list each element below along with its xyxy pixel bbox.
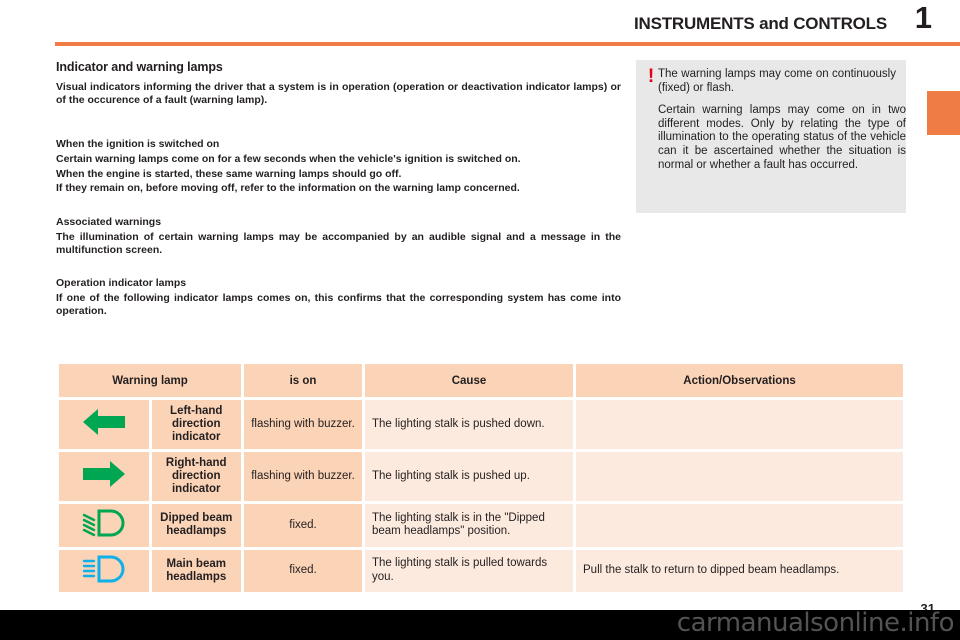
chapter-number: 1 [914,0,932,35]
page-header: INSTRUMENTS and CONTROLS 1 [0,0,960,46]
lamp-cause: The lighting stalk is pulled towards you… [365,549,573,592]
left-arrow-indicator-icon [59,400,149,449]
lamp-cause: The lighting stalk is pushed up. [365,452,573,501]
warning-lamp-table: Warning lamp is on Cause Action/Observat… [56,361,906,595]
section-title: Indicator and warning lamps [56,60,223,74]
lamp-name: Left-hand direction indicator [151,400,241,449]
page-title: INSTRUMENTS and CONTROLS [633,14,887,33]
table-row: Left-hand direction indicator flashing w… [59,400,903,449]
lamp-cause: The lighting stalk is in the "Dipped bea… [365,504,573,547]
ignition-line-3: If they remain on, before moving off, re… [56,182,520,195]
lamp-is-on: fixed. [244,504,362,547]
ignition-subtitle: When the ignition is switched on [56,138,220,151]
ignition-line-1: Certain warning lamps come on for a few … [56,153,521,166]
column-header-is-on: is on [244,364,362,397]
lamp-name: Main beam headlamps [151,549,241,592]
lamp-action [576,452,903,501]
lamp-cause: The lighting stalk is pushed down. [365,400,573,449]
table-row: Dipped beam headlamps fixed. The lightin… [59,504,903,547]
intro-paragraph: Visual indicators informing the driver t… [56,81,621,106]
lamp-action [576,504,903,547]
chapter-side-tab [927,91,960,135]
main-beam-headlamp-icon [59,549,149,592]
ignition-line-2: When the engine is started, these same w… [56,167,402,180]
table-row: Main beam headlamps fixed. The lighting … [59,549,903,592]
lamp-is-on: flashing with buzzer. [244,452,362,501]
associated-warnings-paragraph: The illumination of certain warning lamp… [56,230,621,256]
operation-indicator-paragraph: If one of the following indicator lamps … [56,292,621,317]
warning-callout-box: ! The warning lamps may come on continuo… [636,60,906,213]
warning-paragraph-1: The warning lamps may come on continuous… [658,68,896,94]
column-header-action-observations: Action/Observations [576,364,903,397]
text-column: Indicator and warning lamps Visual indic… [56,60,621,319]
column-header-cause: Cause [365,364,573,397]
exclamation-mark-icon: ! [647,66,655,87]
operation-indicator-subtitle: Operation indicator lamps [56,277,187,290]
warning-paragraph-2: Certain warning lamps may come on in two… [658,104,906,171]
lamp-is-on: flashing with buzzer. [244,400,362,449]
table-row: Right-hand direction indicator flashing … [59,452,903,501]
lamp-name: Dipped beam headlamps [151,504,241,547]
lamp-is-on: fixed. [244,549,362,592]
dipped-beam-headlamp-icon [59,504,149,547]
header-rule [55,42,960,46]
watermark-text: carmanualsonline.info [676,608,955,638]
lamp-action [576,400,903,449]
lamp-name: Right-hand direction indicator [151,452,241,501]
column-header-warning-lamp: Warning lamp [59,364,241,397]
table-header-row: Warning lamp is on Cause Action/Observat… [59,364,903,397]
right-arrow-indicator-icon [59,452,149,501]
associated-warnings-subtitle: Associated warnings [56,215,162,228]
lamp-action: Pull the stalk to return to dipped beam … [576,549,903,592]
